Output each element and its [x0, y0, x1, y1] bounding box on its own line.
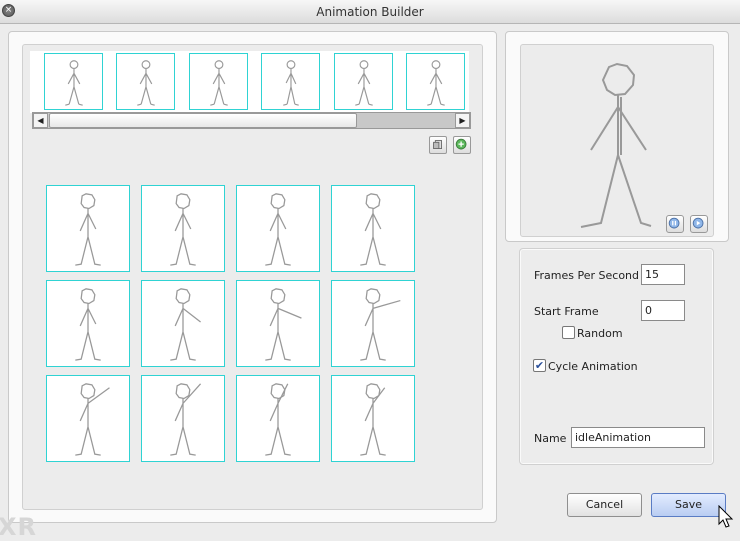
- strip-frame[interactable]: [334, 53, 393, 110]
- stick-figure-icon: [283, 60, 299, 106]
- grid-frame[interactable]: [331, 375, 415, 462]
- strip-frame[interactable]: [189, 53, 248, 110]
- stick-figure-preview-icon: [580, 62, 652, 228]
- save-button[interactable]: Save: [651, 493, 726, 517]
- stick-figure-icon: [75, 193, 101, 266]
- grid-frame[interactable]: [46, 375, 130, 462]
- animation-preview: [520, 44, 714, 237]
- stick-figure-icon: [170, 383, 202, 456]
- copy-icon: [433, 140, 442, 149]
- stick-figure-icon: [265, 383, 291, 456]
- random-label: Random: [577, 327, 623, 340]
- scroll-right-icon[interactable]: ▶: [455, 113, 470, 128]
- stick-figure-icon: [75, 383, 110, 456]
- grid-frame[interactable]: [141, 185, 225, 272]
- add-icon: [455, 138, 467, 150]
- stick-figure-icon: [65, 60, 83, 106]
- cycle-animation-label: Cycle Animation: [548, 360, 638, 373]
- strip-frame[interactable]: [44, 53, 103, 110]
- cycle-animation-checkbox[interactable]: ✔: [533, 359, 546, 372]
- fps-label: Frames Per Second: [534, 269, 640, 282]
- stick-figure-icon: [427, 60, 445, 106]
- play-icon: [692, 217, 704, 229]
- strip-frame[interactable]: [116, 53, 175, 110]
- cursor-icon: [718, 505, 734, 528]
- strip-scrollbar[interactable]: ◀ ▶: [32, 112, 471, 129]
- watermark-logo: XR: [0, 513, 37, 541]
- stick-figure-icon: [210, 60, 228, 106]
- pause-button[interactable]: [666, 215, 684, 233]
- random-checkbox[interactable]: [562, 326, 575, 339]
- grid-frame[interactable]: [141, 280, 225, 367]
- grid-frame[interactable]: [46, 185, 130, 272]
- stick-figure-icon: [265, 193, 291, 266]
- window-title: Animation Builder: [316, 5, 424, 19]
- scroll-thumb[interactable]: [49, 113, 357, 128]
- stick-figure-icon: [170, 193, 196, 266]
- title-bar: × Animation Builder: [0, 0, 740, 24]
- copy-frame-button[interactable]: [429, 136, 447, 154]
- frame-strip: [30, 51, 469, 113]
- strip-frame[interactable]: [261, 53, 320, 110]
- fps-input[interactable]: [641, 264, 685, 285]
- stick-figure-icon: [360, 288, 401, 361]
- stick-figure-icon: [137, 60, 155, 106]
- start-frame-label: Start Frame: [534, 305, 599, 318]
- grid-frame[interactable]: [236, 375, 320, 462]
- stick-figure-icon: [170, 288, 201, 361]
- grid-frame[interactable]: [141, 375, 225, 462]
- stick-figure-icon: [360, 193, 386, 266]
- add-frame-button[interactable]: [453, 136, 471, 154]
- grid-frame[interactable]: [331, 280, 415, 367]
- grid-frame[interactable]: [331, 185, 415, 272]
- stick-figure-icon: [265, 288, 302, 361]
- strip-frame[interactable]: [406, 53, 465, 110]
- grid-frame[interactable]: [236, 185, 320, 272]
- stick-figure-icon: [360, 383, 386, 456]
- cancel-button[interactable]: Cancel: [567, 493, 642, 517]
- name-input[interactable]: [571, 427, 705, 448]
- stick-figure-icon: [75, 288, 101, 361]
- scroll-left-icon[interactable]: ◀: [33, 113, 48, 128]
- stick-figure-icon: [355, 60, 373, 106]
- pause-icon: [668, 217, 680, 229]
- play-button[interactable]: [690, 215, 708, 233]
- grid-frame[interactable]: [236, 280, 320, 367]
- grid-frame[interactable]: [46, 280, 130, 367]
- name-label: Name: [534, 432, 567, 445]
- start-frame-input[interactable]: [641, 300, 685, 321]
